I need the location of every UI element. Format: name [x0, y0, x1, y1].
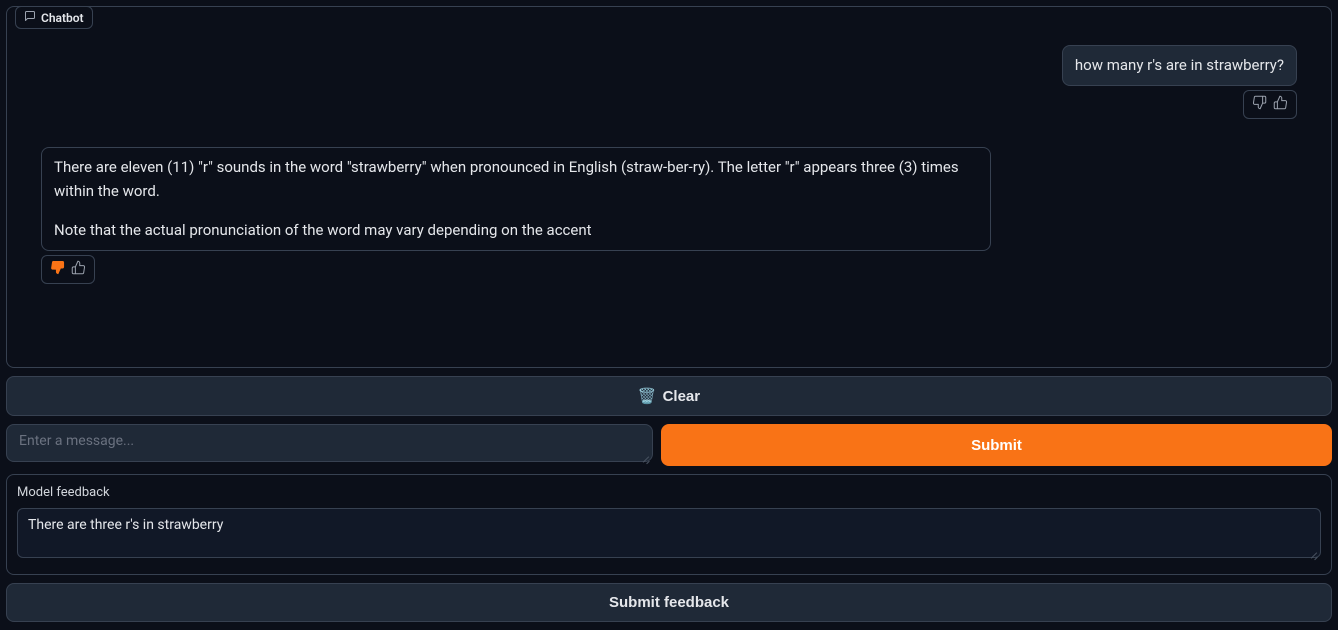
thumbs-down-icon[interactable] — [1252, 95, 1267, 114]
chat-icon — [24, 10, 36, 25]
bot-message-p2: Note that the actual pronunciation of th… — [54, 219, 978, 242]
bot-message-bubble: There are eleven (11) "r" sounds in the … — [41, 147, 991, 251]
message-input[interactable] — [6, 424, 653, 462]
feedback-textarea[interactable] — [17, 508, 1321, 558]
chatbot-tab-label: Chatbot — [41, 11, 84, 25]
user-message-bubble: how many r's are in strawberry? — [1062, 45, 1297, 86]
bot-message-p1: There are eleven (11) "r" sounds in the … — [54, 156, 978, 203]
submit-feedback-button[interactable]: Submit feedback — [6, 583, 1332, 622]
input-row: Submit — [6, 424, 1332, 466]
user-message-row: how many r's are in strawberry? — [13, 45, 1325, 86]
clear-row: 🗑️ Clear — [6, 376, 1332, 416]
trash-icon: 🗑️ — [638, 387, 657, 405]
bot-message-row: There are eleven (11) "r" sounds in the … — [13, 147, 1325, 251]
message-input-wrap — [6, 424, 653, 466]
thumbs-up-icon[interactable] — [71, 260, 86, 279]
submit-button[interactable]: Submit — [661, 424, 1332, 466]
chatbot-tab: Chatbot — [15, 6, 93, 29]
clear-button-label: Clear — [663, 388, 701, 405]
feedback-label: Model feedback — [17, 485, 1321, 500]
chat-panel: Chatbot how many r's are in strawberry? … — [6, 6, 1332, 368]
feedback-textarea-wrap — [17, 508, 1321, 562]
thumbs-up-icon[interactable] — [1273, 95, 1288, 114]
bot-feedback-row — [13, 255, 1325, 284]
submit-feedback-row: Submit feedback — [6, 583, 1332, 622]
feedback-panel: Model feedback — [6, 474, 1332, 575]
bot-feedback-pill — [41, 255, 95, 284]
clear-button[interactable]: 🗑️ Clear — [6, 376, 1332, 416]
thumbs-down-icon[interactable] — [50, 260, 65, 279]
user-feedback-pill — [1243, 90, 1297, 119]
chat-body: how many r's are in strawberry? There ar… — [7, 7, 1331, 367]
user-feedback-row — [13, 90, 1325, 119]
